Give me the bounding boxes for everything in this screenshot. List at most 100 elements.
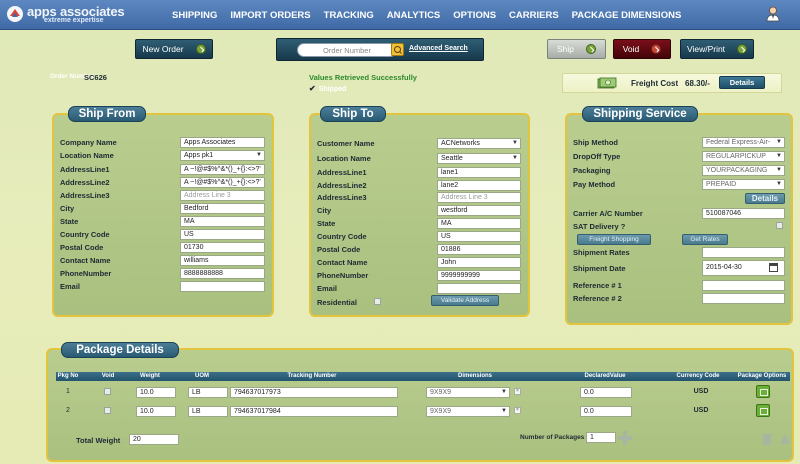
num-packages-field[interactable]: 1 bbox=[586, 432, 616, 443]
dimensions-select[interactable]: 9X9X9 bbox=[426, 387, 510, 398]
tracking-number-field[interactable]: 794637017973 bbox=[230, 387, 398, 398]
freight-cost-label: Freight Cost bbox=[631, 79, 679, 88]
void-checkbox[interactable] bbox=[104, 407, 111, 414]
packaging-select[interactable]: YOURPACKAGING bbox=[702, 165, 785, 176]
num-packages-label: Number of Packages bbox=[520, 434, 585, 441]
declared-value-field[interactable]: 0.0 bbox=[580, 387, 632, 398]
order-number-input[interactable] bbox=[297, 43, 397, 57]
dropoff-type-select[interactable]: REGULARPICKUP bbox=[702, 151, 785, 162]
advanced-search-link[interactable]: Advanced Search bbox=[409, 45, 468, 52]
new-order-button[interactable]: New Order bbox=[135, 39, 213, 59]
residential-checkbox[interactable] bbox=[374, 298, 381, 305]
nav-package-dimensions[interactable]: PACKAGE DIMENSIONS bbox=[572, 10, 682, 21]
freight-cost-box: Freight Cost 68.30/- Details bbox=[562, 73, 782, 93]
carrier-ac-label: Carrier A/C Number bbox=[573, 209, 643, 218]
from-location-select[interactable]: Apps pk1 bbox=[180, 150, 265, 161]
weight-field[interactable]: 10.0 bbox=[136, 406, 176, 417]
dimensions-clear-button[interactable]: × bbox=[514, 388, 521, 395]
view-print-icon bbox=[737, 44, 748, 54]
total-weight-field[interactable]: 20 bbox=[129, 434, 179, 445]
from-phone-number-field[interactable]: 8888888888 bbox=[180, 268, 265, 279]
nav-shipping[interactable]: SHIPPING bbox=[172, 10, 217, 21]
carrier-ac-field[interactable]: 510087046 bbox=[702, 208, 785, 219]
reference2-field[interactable] bbox=[702, 293, 785, 304]
to-address-line2-field[interactable]: lane2 bbox=[437, 180, 521, 191]
add-package-icon[interactable] bbox=[618, 431, 632, 445]
phone-number-label: PhoneNumber bbox=[60, 269, 112, 278]
to-email-field[interactable] bbox=[437, 283, 521, 294]
from-state-field[interactable]: MA bbox=[180, 216, 265, 227]
col-uom: UOM bbox=[195, 373, 209, 379]
validate-address-button[interactable]: Validate Address bbox=[431, 295, 499, 306]
nav-tracking[interactable]: TRACKING bbox=[324, 10, 374, 21]
from-address-line3-field[interactable]: Address Line 3 bbox=[180, 190, 265, 201]
freight-cost-value: 68.30/- bbox=[685, 79, 710, 88]
main-nav: SHIPPING IMPORT ORDERS TRACKING ANALYTIC… bbox=[172, 0, 694, 30]
state-label: State bbox=[60, 217, 79, 226]
uom-field[interactable]: LB bbox=[188, 406, 228, 417]
ship-from-panel: Ship From Company Name Apps Associates L… bbox=[52, 106, 274, 317]
package-clear-icon[interactable] bbox=[779, 432, 791, 445]
reference1-field[interactable] bbox=[702, 280, 785, 291]
table-row: 2 10.0 LB 794637017984 9X9X9 × 0.0 USD bbox=[56, 402, 790, 421]
uom-field[interactable]: LB bbox=[188, 387, 228, 398]
to-address-line3-field[interactable]: Address Line 3 bbox=[437, 192, 521, 203]
nav-analytics[interactable]: ANALYTICS bbox=[387, 10, 441, 21]
pay-method-select[interactable]: PREPAID bbox=[702, 179, 785, 190]
package-options-icon[interactable] bbox=[756, 385, 770, 398]
to-customer-select[interactable]: ACNetworks bbox=[437, 138, 521, 149]
nav-options[interactable]: OPTIONS bbox=[453, 10, 496, 21]
from-city-field[interactable]: Bedford bbox=[180, 203, 265, 214]
calendar-icon[interactable] bbox=[769, 263, 778, 272]
to-city-field[interactable]: westford bbox=[437, 205, 521, 216]
country-code-label: Country Code bbox=[60, 230, 110, 239]
sat-delivery-checkbox[interactable] bbox=[776, 222, 783, 229]
shipping-service-title: Shipping Service bbox=[582, 106, 698, 122]
shipment-rates-field[interactable] bbox=[702, 247, 785, 258]
from-postal-code-field[interactable]: 01730 bbox=[180, 242, 265, 253]
view-print-button[interactable]: View/Print bbox=[680, 39, 754, 59]
city-label: City bbox=[60, 204, 75, 213]
declared-value-field[interactable]: 0.0 bbox=[580, 406, 632, 417]
from-country-code-field[interactable]: US bbox=[180, 229, 265, 240]
nav-import-orders[interactable]: IMPORT ORDERS bbox=[230, 10, 310, 21]
void-button[interactable]: Void bbox=[613, 39, 671, 59]
city-label: City bbox=[317, 206, 332, 215]
from-company-name-field[interactable]: Apps Associates bbox=[180, 137, 265, 148]
from-email-field[interactable] bbox=[180, 281, 265, 292]
freight-shopping-button[interactable]: Freight Shopping bbox=[577, 234, 651, 245]
to-state-field[interactable]: MA bbox=[437, 218, 521, 229]
to-contact-name-field[interactable]: John bbox=[437, 257, 521, 268]
app-logo[interactable]: apps associates extreme expertise bbox=[6, 4, 141, 26]
to-phone-number-field[interactable]: 9999999999 bbox=[437, 270, 521, 281]
from-contact-name-field[interactable]: williams bbox=[180, 255, 265, 266]
to-postal-code-field[interactable]: 01886 bbox=[437, 244, 521, 255]
dimensions-clear-button[interactable]: × bbox=[514, 407, 521, 414]
package-details-panel: Package Details Pkg No Void Weight UOM T… bbox=[46, 342, 794, 462]
user-icon[interactable] bbox=[766, 6, 780, 22]
sat-delivery-label: SAT Delivery ? bbox=[573, 222, 626, 231]
trash-icon[interactable] bbox=[761, 432, 773, 445]
weight-field[interactable]: 10.0 bbox=[136, 387, 176, 398]
void-checkbox[interactable] bbox=[104, 388, 111, 395]
to-country-code-field[interactable]: US bbox=[437, 231, 521, 242]
search-icon[interactable] bbox=[391, 43, 404, 56]
ship-icon bbox=[586, 44, 596, 54]
nav-carriers[interactable]: CARRIERS bbox=[509, 10, 559, 21]
postal-code-label: Postal Code bbox=[60, 243, 104, 252]
package-options-icon[interactable] bbox=[756, 404, 770, 417]
view-print-label: View/Print bbox=[686, 44, 726, 54]
package-details-title: Package Details bbox=[61, 342, 179, 358]
to-address-line1-field[interactable]: lane1 bbox=[437, 167, 521, 178]
ship-label: Ship bbox=[556, 44, 574, 54]
from-address-line2-field[interactable]: A ~!@#$%^&*()_+{}:<>?' bbox=[180, 177, 265, 188]
tracking-number-field[interactable]: 794637017984 bbox=[230, 406, 398, 417]
service-details-button[interactable]: Details bbox=[745, 193, 785, 204]
dimensions-select[interactable]: 9X9X9 bbox=[426, 406, 510, 417]
ship-button[interactable]: Ship bbox=[547, 39, 606, 59]
from-address-line1-field[interactable]: A ~!@#$%^&*()_+{}:<>?' bbox=[180, 164, 265, 175]
to-location-select[interactable]: Seattle bbox=[437, 153, 521, 164]
freight-details-button[interactable]: Details bbox=[719, 76, 765, 89]
ship-method-select[interactable]: Federal Express-Air- bbox=[702, 137, 785, 148]
get-rates-button[interactable]: Get Rates bbox=[682, 234, 728, 245]
